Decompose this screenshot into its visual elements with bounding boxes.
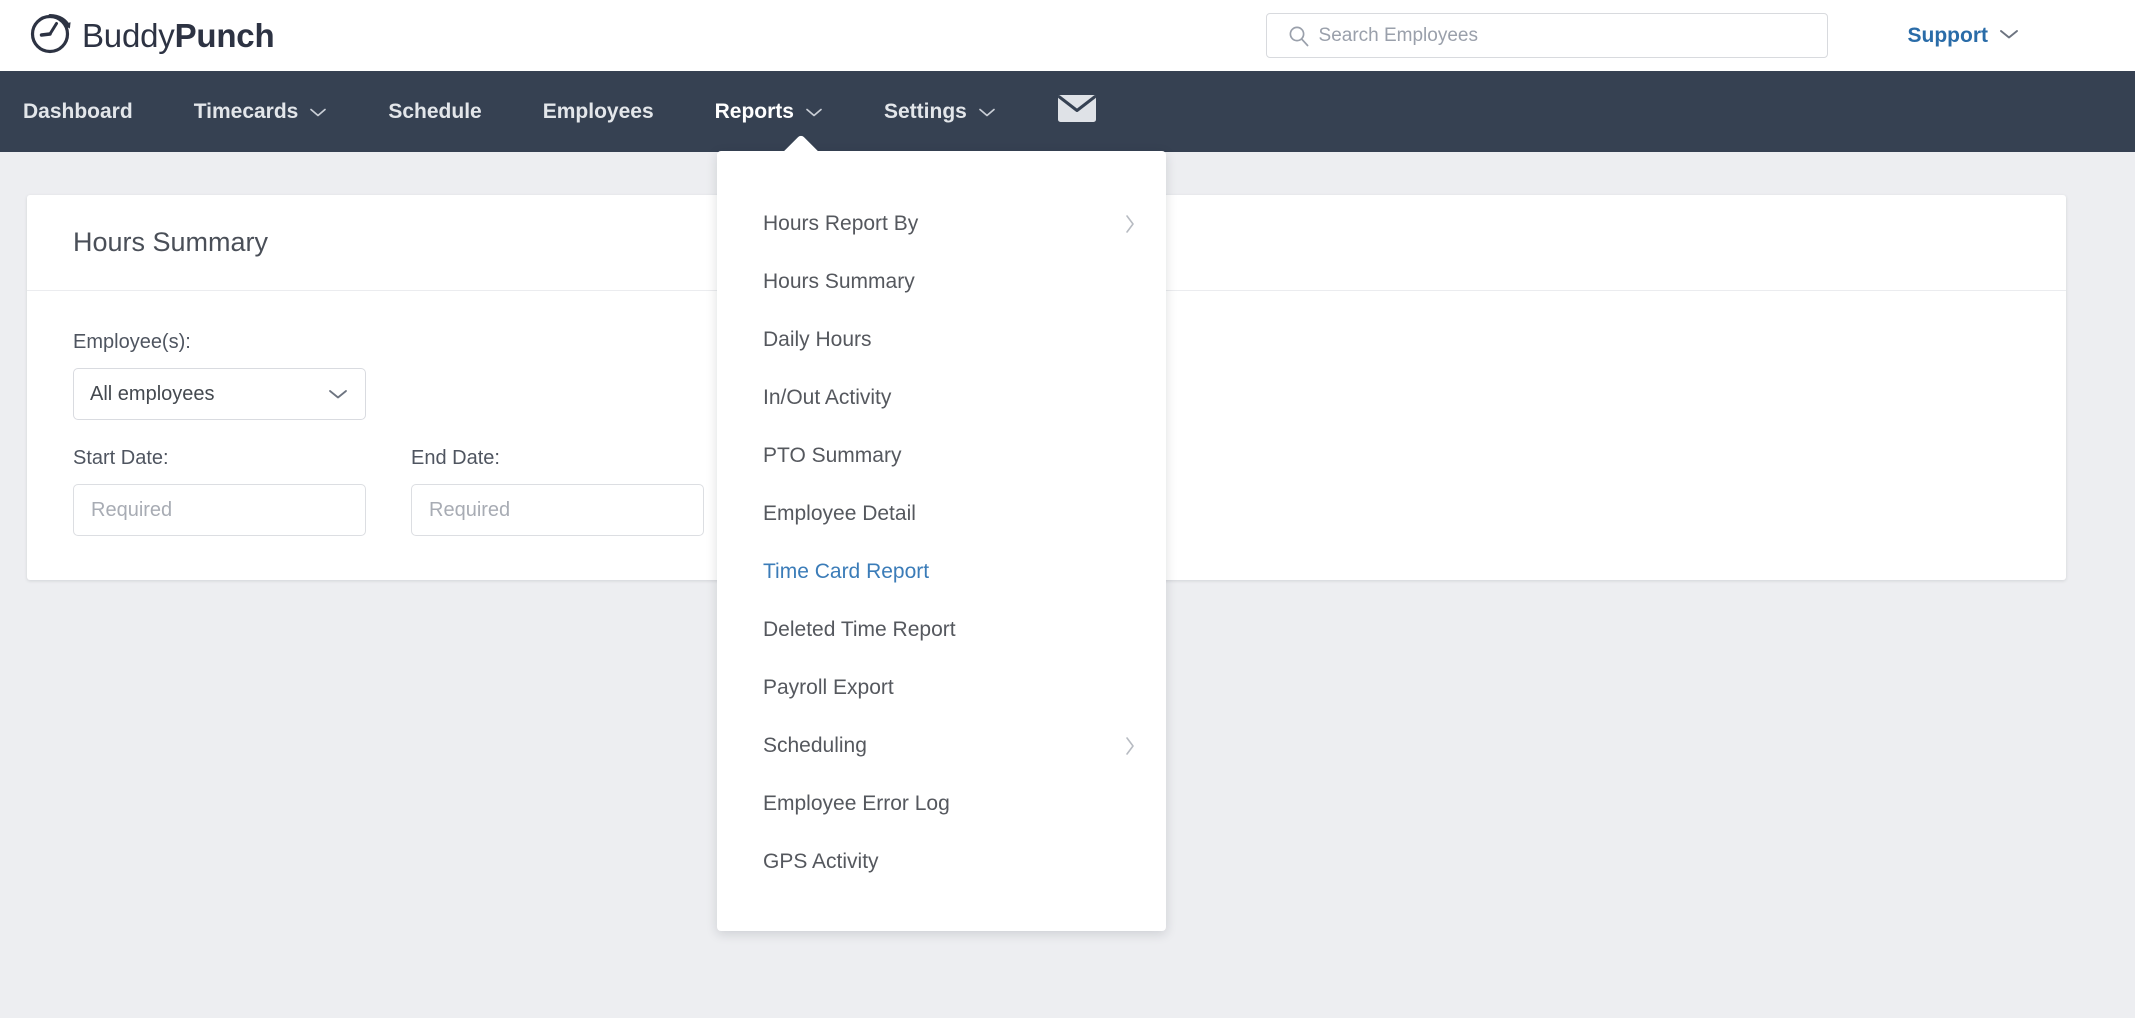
chevron-down-icon <box>309 100 327 124</box>
nav-item-settings[interactable]: Settings <box>884 71 996 152</box>
menu-item-employee-detail[interactable]: Employee Detail <box>717 485 1166 543</box>
top-bar-right: Support <box>1265 13 2135 58</box>
menu-item-label: Payroll Export <box>763 676 894 699</box>
clock-refresh-icon <box>28 9 76 62</box>
nav-item-schedule[interactable]: Schedule <box>388 71 481 152</box>
nav-item-messages[interactable] <box>1057 71 1097 152</box>
chevron-down-icon <box>328 388 348 400</box>
nav-item-dashboard[interactable]: Dashboard <box>23 71 133 152</box>
search-container <box>1265 13 1828 58</box>
menu-item-label: Hours Report By <box>763 212 919 235</box>
brand-name-light: Buddy <box>82 17 175 54</box>
reports-dropdown-menu: Hours Report By Hours Summary Daily Hour… <box>717 151 1166 931</box>
nav-item-label: Dashboard <box>23 99 133 123</box>
chevron-right-icon <box>1124 214 1136 234</box>
employee-select-value: All employees <box>90 382 215 405</box>
menu-item-label: Employee Detail <box>763 502 916 525</box>
envelope-icon <box>1057 94 1097 129</box>
menu-item-time-card-report[interactable]: Time Card Report <box>717 543 1166 601</box>
start-date-group: Start Date: <box>73 447 366 536</box>
start-date-label: Start Date: <box>73 447 169 469</box>
chevron-down-icon <box>1999 27 2019 45</box>
menu-item-label: Daily Hours <box>763 328 872 351</box>
employee-select[interactable]: All employees <box>73 368 366 420</box>
menu-item-daily-hours[interactable]: Daily Hours <box>717 311 1166 369</box>
brand-name-bold: Punch <box>174 17 275 54</box>
brand-name: BuddyPunch <box>82 17 275 54</box>
menu-item-label: GPS Activity <box>763 850 879 873</box>
chevron-down-icon <box>978 100 996 124</box>
nav-item-label: Schedule <box>388 99 482 123</box>
end-date-group: End Date: <box>411 447 704 536</box>
menu-item-deleted-time-report[interactable]: Deleted Time Report <box>717 601 1166 659</box>
end-date-input[interactable] <box>411 484 704 536</box>
menu-item-pto-summary[interactable]: PTO Summary <box>717 427 1166 485</box>
search-input[interactable] <box>1265 13 1828 58</box>
chevron-right-icon <box>1124 736 1136 756</box>
nav-item-label: Reports <box>714 99 794 123</box>
menu-item-label: Employee Error Log <box>763 792 950 815</box>
menu-item-hours-summary[interactable]: Hours Summary <box>717 253 1166 311</box>
chevron-down-icon <box>805 100 823 124</box>
menu-caret <box>783 134 819 152</box>
brand-logo[interactable]: BuddyPunch <box>28 9 275 62</box>
menu-item-gps-activity[interactable]: GPS Activity <box>717 833 1166 891</box>
main-navigation: Dashboard Timecards Schedule Employees R… <box>0 71 2135 152</box>
nav-item-label: Timecards <box>193 99 299 123</box>
menu-item-scheduling[interactable]: Scheduling <box>717 717 1166 775</box>
nav-item-timecards[interactable]: Timecards <box>194 71 328 152</box>
end-date-label: End Date: <box>411 447 500 469</box>
top-bar: BuddyPunch Support <box>0 0 2135 71</box>
support-menu[interactable]: Support <box>1908 24 2019 48</box>
start-date-input[interactable] <box>73 484 366 536</box>
menu-item-label: Deleted Time Report <box>763 618 956 641</box>
nav-item-label: Settings <box>883 99 967 123</box>
menu-item-label: Scheduling <box>763 734 867 757</box>
menu-item-in-out-activity[interactable]: In/Out Activity <box>717 369 1166 427</box>
menu-item-label: In/Out Activity <box>763 386 892 409</box>
page-content: Hours Summary Employee(s): All employees… <box>0 151 2135 1018</box>
page-title: Hours Summary <box>73 227 269 257</box>
menu-item-employee-error-log[interactable]: Employee Error Log <box>717 775 1166 833</box>
menu-item-label: Time Card Report <box>763 560 930 583</box>
support-label: Support <box>1907 23 1988 47</box>
nav-item-label: Employees <box>542 99 654 123</box>
menu-item-payroll-export[interactable]: Payroll Export <box>717 659 1166 717</box>
menu-item-hours-report-by[interactable]: Hours Report By <box>717 195 1166 253</box>
menu-item-label: PTO Summary <box>763 444 902 467</box>
nav-item-employees[interactable]: Employees <box>543 71 654 152</box>
menu-item-label: Hours Summary <box>763 270 915 293</box>
